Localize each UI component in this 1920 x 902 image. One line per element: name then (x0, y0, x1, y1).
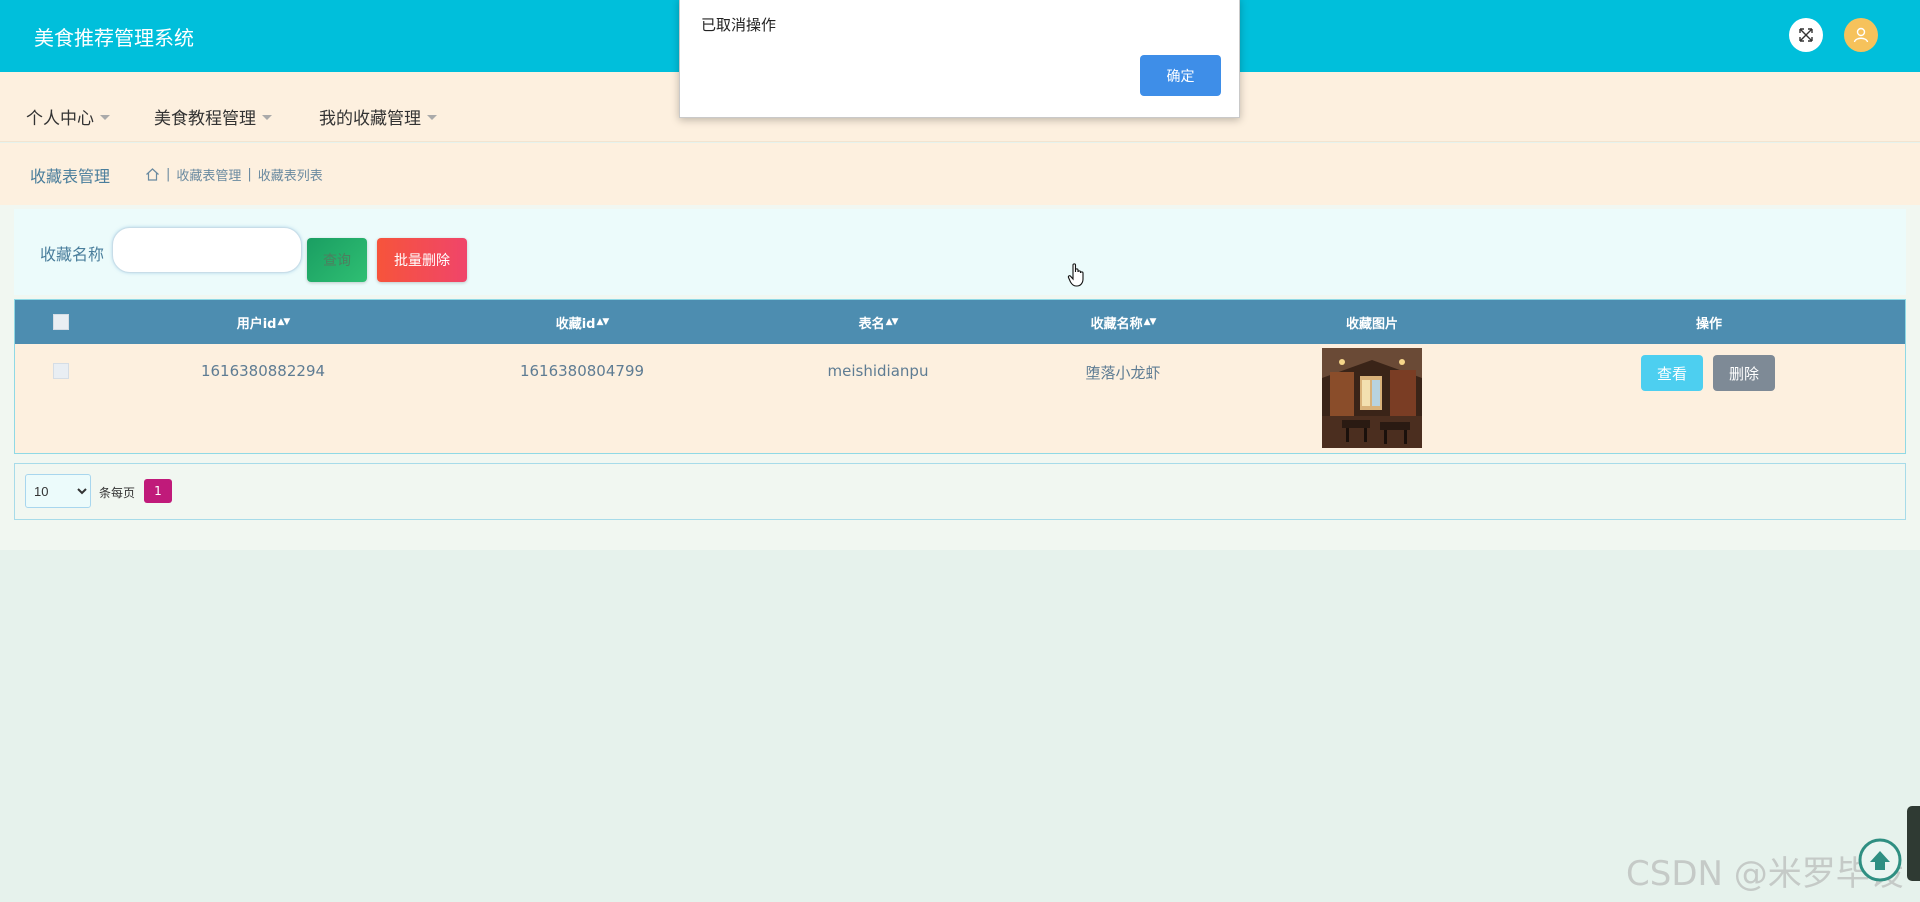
column-header-refid[interactable]: 收藏id ▲▼ (556, 300, 610, 344)
column-header-userid[interactable]: 用户id ▲▼ (237, 300, 291, 344)
per-page-label: 条每页 (99, 486, 136, 500)
favorites-table: 用户id ▲▼ 收藏id ▲▼ 表名 ▲▼ 收藏名称 ▲▼ 收藏图片 操作 161638… (14, 299, 1906, 454)
breadcrumb-item: 收藏表列表 (257, 169, 323, 184)
nav-item-label: 美食教程管理 (154, 109, 256, 129)
view-button[interactable]: 查看 (1641, 355, 1703, 391)
cell-tablename: meishidianpu (827, 362, 929, 380)
cell-name: 堕落小龙虾 (1085, 364, 1161, 382)
column-header-tablename[interactable]: 表名 ▲▼ (859, 300, 899, 344)
page-size-select[interactable]: 10 (25, 474, 91, 508)
nav-item-personal-center[interactable]: 个人中心 (26, 104, 110, 129)
column-header-name[interactable]: 收藏名称 ▲▼ (1091, 300, 1157, 344)
nav-item-label: 我的收藏管理 (319, 109, 421, 129)
dialog-message: 已取消操作 (701, 16, 777, 34)
breadcrumb-item[interactable]: 收藏表管理 (176, 165, 241, 184)
table-header: 用户id ▲▼ 收藏id ▲▼ 表名 ▲▼ 收藏名称 ▲▼ 收藏图片 操作 (15, 300, 1905, 344)
sort-icon: ▲▼ (277, 316, 290, 327)
column-header-actions: 操作 (1695, 316, 1723, 332)
alert-dialog: 已取消操作 确定 (679, 0, 1240, 118)
caret-down-icon (262, 115, 272, 120)
app-title: 美食推荐管理系统 (34, 26, 194, 50)
breadcrumb: | 收藏表管理 | 收藏表列表 (145, 165, 323, 184)
dialog-ok-button[interactable]: 确定 (1140, 55, 1221, 96)
column-header-picture: 收藏图片 (1345, 316, 1399, 332)
caret-down-icon (427, 115, 437, 120)
cell-userid: 1616380882294 (200, 362, 326, 380)
user-icon (1853, 27, 1869, 43)
favorite-picture[interactable] (1322, 348, 1422, 448)
query-button[interactable]: 查询 (307, 238, 367, 282)
pagination: 10 条每页 1 (14, 463, 1906, 520)
nav-item-food-tutorials[interactable]: 美食教程管理 (154, 104, 272, 129)
breadcrumb-separator: | (247, 167, 252, 182)
breadcrumb-separator: | (166, 167, 171, 182)
row-checkbox[interactable] (53, 363, 69, 379)
side-panel-handle[interactable] (1907, 806, 1920, 881)
scroll-top-icon[interactable] (1858, 838, 1902, 882)
sort-icon: ▲▼ (885, 316, 899, 327)
delete-button[interactable]: 删除 (1713, 355, 1775, 391)
fullscreen-button[interactable] (1789, 18, 1823, 52)
page-number-1[interactable]: 1 (144, 479, 172, 503)
user-avatar-button[interactable] (1844, 18, 1878, 52)
favorite-name-input[interactable] (112, 227, 302, 273)
cell-refid: 1616380804799 (519, 362, 645, 380)
nav-item-label: 个人中心 (26, 109, 94, 129)
sort-icon: ▲▼ (596, 316, 609, 327)
nav-item-my-favorites[interactable]: 我的收藏管理 (319, 104, 437, 129)
select-all-checkbox[interactable] (53, 314, 69, 330)
restaurant-photo-image (1322, 348, 1422, 448)
hand-cursor-icon (1067, 263, 1084, 287)
caret-down-icon (100, 115, 110, 120)
page-title: 收藏表管理 (30, 167, 111, 186)
search-label: 收藏名称 (40, 245, 105, 264)
sort-icon: ▲▼ (1143, 316, 1157, 327)
batch-delete-button[interactable]: 批量删除 (377, 238, 467, 282)
fullscreen-icon (1799, 28, 1813, 42)
breadcrumb-bar: 收藏表管理 | 收藏表管理 | 收藏表列表 (0, 143, 1920, 205)
home-icon[interactable] (145, 167, 160, 182)
